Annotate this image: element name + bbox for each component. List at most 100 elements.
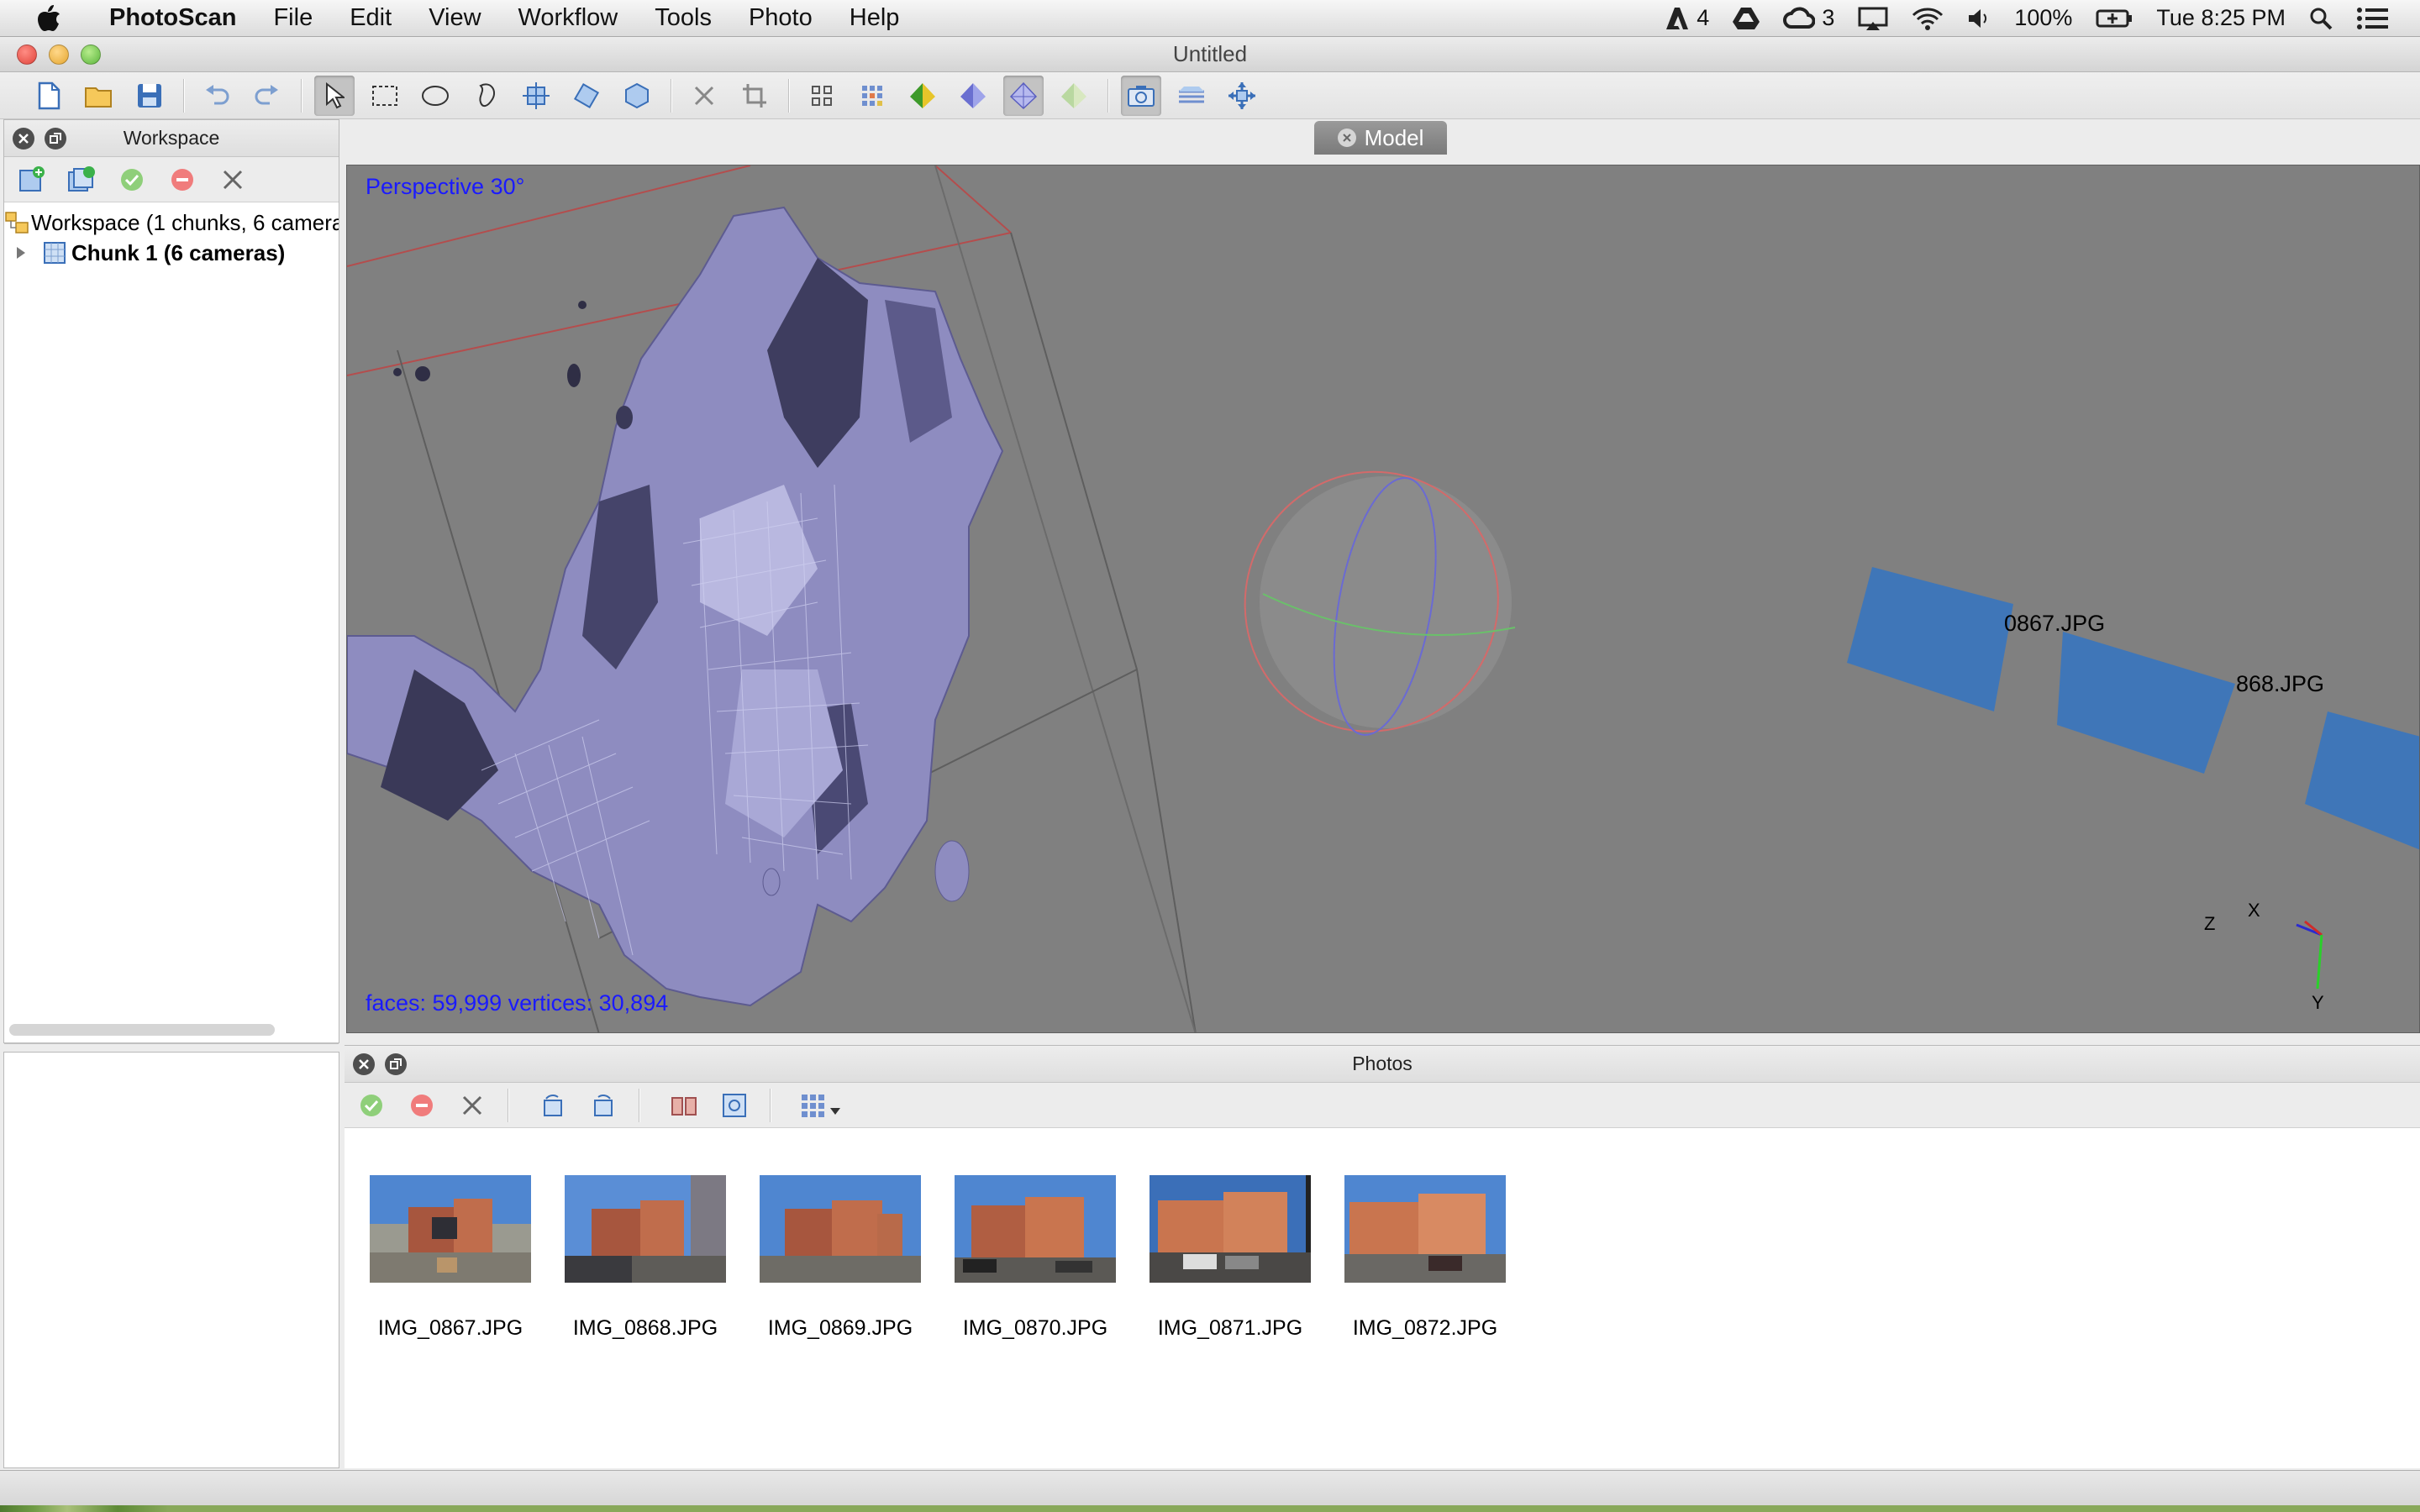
remove-x-icon <box>223 170 243 189</box>
photo-thumbnail[interactable]: IMG_0872.JPG <box>1344 1175 1506 1341</box>
textured-pyramid-icon <box>1061 82 1086 108</box>
show-cameras-button[interactable] <box>1121 75 1161 116</box>
volume-icon[interactable] <box>1967 8 1991 29</box>
wireframe-model-button[interactable] <box>1003 75 1044 116</box>
remove-items-button[interactable] <box>214 161 251 198</box>
spotlight-search-icon[interactable] <box>2309 7 2333 30</box>
airplay-icon[interactable] <box>1858 7 1888 30</box>
open-project-button[interactable] <box>79 76 119 116</box>
dense-cloud-button[interactable] <box>852 76 892 116</box>
tab-close-icon[interactable] <box>1337 129 1356 147</box>
rectangle-selection-button[interactable] <box>365 76 405 116</box>
horizontal-scrollbar[interactable] <box>9 1024 275 1036</box>
menu-tools[interactable]: Tools <box>636 4 730 32</box>
window-minimize-button[interactable] <box>49 44 69 65</box>
tree-item-workspace[interactable]: Workspace (1 chunks, 6 cameras) <box>4 207 339 238</box>
tree-item-label: Chunk 1 (6 cameras) <box>71 239 286 265</box>
panel-undock-button[interactable] <box>385 1053 407 1075</box>
wifi-icon[interactable] <box>1912 7 1944 30</box>
menu-help[interactable]: Help <box>831 4 918 32</box>
photo-image <box>955 1175 1116 1283</box>
redo-icon <box>255 84 278 104</box>
menu-workflow[interactable]: Workflow <box>500 4 637 32</box>
google-drive-icon[interactable] <box>1733 6 1760 31</box>
resize-region-button[interactable] <box>617 76 657 116</box>
textured-model-button[interactable] <box>1054 76 1094 116</box>
view-mode-dropdown[interactable] <box>797 1087 847 1124</box>
model-viewport[interactable]: Perspective 30° faces: 59,999 vertices: … <box>346 165 2420 1033</box>
expand-triangle-icon[interactable] <box>4 245 38 260</box>
main-toolbar <box>0 72 2420 119</box>
window-title: Untitled <box>1172 41 1248 66</box>
region-layers-icon <box>1179 86 1204 102</box>
add-photos-button[interactable] <box>63 161 100 198</box>
panel-close-button[interactable] <box>353 1053 375 1075</box>
window-zoom-button[interactable] <box>81 44 101 65</box>
menu-photo[interactable]: Photo <box>730 4 831 32</box>
trackball-sphere <box>1244 470 1516 736</box>
navigation-tool-button[interactable] <box>314 75 355 116</box>
dense-cloud-icon <box>862 85 882 106</box>
delete-selection-button[interactable] <box>684 76 724 116</box>
menu-view[interactable]: View <box>410 4 499 32</box>
crop-selection-button[interactable] <box>734 76 775 116</box>
window-close-button[interactable] <box>17 44 37 65</box>
filter-by-selection-button[interactable] <box>716 1087 753 1124</box>
disable-cameras-button[interactable] <box>403 1087 440 1124</box>
menu-edit[interactable]: Edit <box>331 4 410 32</box>
battery-percent: 100% <box>2014 5 2073 30</box>
menu-file[interactable]: File <box>255 4 331 32</box>
apple-menu-icon[interactable] <box>32 4 66 33</box>
disable-button[interactable] <box>164 161 201 198</box>
model-scene <box>347 165 2419 1032</box>
rotate-left-button[interactable] <box>534 1087 571 1124</box>
window-titlebar[interactable]: Untitled <box>0 37 2420 72</box>
clock[interactable]: Tue 8:25 PM <box>2156 5 2286 31</box>
photo-thumbnail[interactable]: IMG_0867.JPG <box>370 1175 531 1341</box>
new-project-button[interactable] <box>29 76 69 116</box>
point-cloud-button[interactable] <box>802 76 842 116</box>
tree-item-chunk-1[interactable]: Chunk 1 (6 cameras) <box>4 238 339 268</box>
photo-thumbnail[interactable]: IMG_0868.JPG <box>565 1175 726 1341</box>
undo-button[interactable] <box>197 76 237 116</box>
reset-filter-button[interactable] <box>666 1087 702 1124</box>
restore-icon <box>50 132 61 144</box>
remove-cameras-button[interactable] <box>454 1087 491 1124</box>
photo-thumbnail[interactable]: IMG_0869.JPG <box>760 1175 921 1341</box>
free-form-selection-button[interactable] <box>466 76 506 116</box>
workspace-icon <box>4 211 31 234</box>
camera-label: 868.JPG <box>2236 671 2325 696</box>
app-menu[interactable]: PhotoScan <box>91 4 255 32</box>
mesh-stats: faces: 59,999 vertices: 30,894 <box>366 990 669 1016</box>
panel-undock-button[interactable] <box>45 127 66 150</box>
move-object-button[interactable] <box>516 76 556 116</box>
axis-label-x: X <box>2248 900 2260 921</box>
redo-button[interactable] <box>247 76 287 116</box>
projection-label: Perspective 30° <box>366 174 525 199</box>
enable-cameras-button[interactable] <box>353 1087 390 1124</box>
circle-selection-button[interactable] <box>415 76 455 116</box>
reset-view-button[interactable] <box>1222 76 1262 116</box>
photo-thumbnail[interactable]: IMG_0871.JPG <box>1150 1175 1311 1341</box>
photos-toolbar <box>345 1083 2420 1128</box>
solid-model-button[interactable] <box>953 76 993 116</box>
solid-pyramid-icon <box>960 82 986 108</box>
add-chunk-button[interactable] <box>13 161 50 198</box>
adobe-status[interactable]: 4 <box>1665 5 1709 31</box>
rotate-object-button[interactable] <box>566 76 607 116</box>
rectangle-select-icon <box>372 85 397 106</box>
creative-cloud-status[interactable]: 3 <box>1783 5 1834 31</box>
shaded-model-button[interactable] <box>902 76 943 116</box>
battery-icon[interactable] <box>2096 8 2133 29</box>
lasso-select-icon <box>479 83 496 107</box>
tab-model[interactable]: Model <box>1314 121 1447 155</box>
photo-thumbnail[interactable]: IMG_0870.JPG <box>955 1175 1116 1341</box>
chunk-icon <box>38 241 71 265</box>
rotate-right-button[interactable] <box>585 1087 622 1124</box>
check-icon <box>360 1094 382 1116</box>
panel-close-button[interactable] <box>13 127 34 150</box>
enable-button[interactable] <box>113 161 150 198</box>
show-region-button[interactable] <box>1171 76 1212 116</box>
save-project-button[interactable] <box>129 76 170 116</box>
notification-center-icon[interactable] <box>2356 7 2390 30</box>
